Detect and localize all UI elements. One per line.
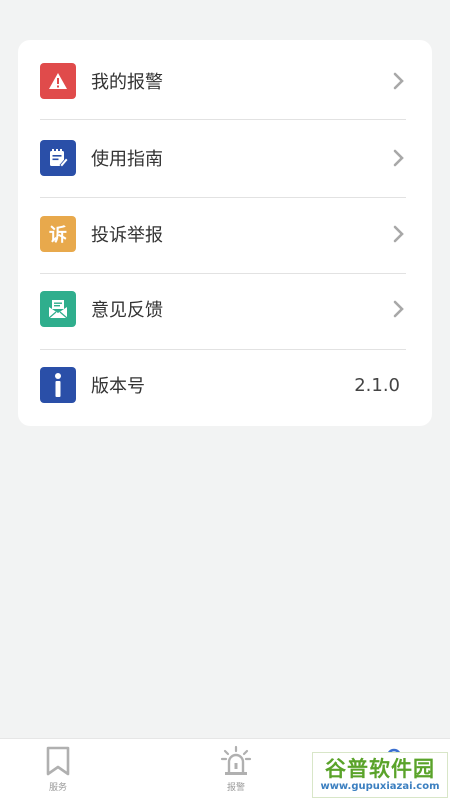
feedback-mail-icon [40, 291, 76, 327]
info-icon [40, 367, 76, 403]
menu-item-complaint-report[interactable]: 诉 投诉举报 [40, 196, 406, 272]
complaint-icon: 诉 [40, 216, 76, 252]
watermark: 谷普软件园 www.gupuxiazai.com [312, 752, 448, 798]
menu-item-label: 使用指南 [91, 149, 163, 170]
bookmark-icon [46, 746, 70, 776]
menu-card: 我的报警 使用指南 诉 投诉举报 意见反馈 版本号 2.1.0 [18, 40, 432, 426]
tab-service[interactable]: 服务 [28, 745, 88, 799]
watermark-url: www.gupuxiazai.com [320, 781, 440, 792]
version-label: 版本号 [91, 376, 145, 397]
menu-item-user-guide[interactable]: 使用指南 [40, 120, 406, 196]
menu-item-label: 意见反馈 [91, 300, 163, 321]
menu-item-my-alarms[interactable]: 我的报警 [40, 43, 406, 119]
guide-book-icon [40, 140, 76, 176]
version-value: 2.1.0 [354, 374, 400, 396]
siren-icon [220, 745, 252, 775]
chevron-right-icon [393, 149, 404, 167]
tab-label: 服务 [48, 783, 67, 793]
chevron-right-icon [393, 72, 404, 90]
chevron-right-icon [393, 300, 404, 318]
watermark-title: 谷普软件园 [325, 757, 435, 781]
tab-label: 报警 [226, 783, 245, 793]
complaint-glyph: 诉 [49, 225, 67, 246]
alarm-warning-icon [40, 63, 76, 99]
tab-alarm[interactable]: 报警 [206, 745, 266, 799]
menu-item-label: 投诉举报 [91, 225, 163, 246]
chevron-right-icon [393, 225, 404, 243]
menu-item-version: 版本号 2.1.0 [40, 347, 406, 423]
menu-item-feedback[interactable]: 意见反馈 [40, 271, 406, 347]
menu-item-label: 我的报警 [91, 72, 163, 93]
